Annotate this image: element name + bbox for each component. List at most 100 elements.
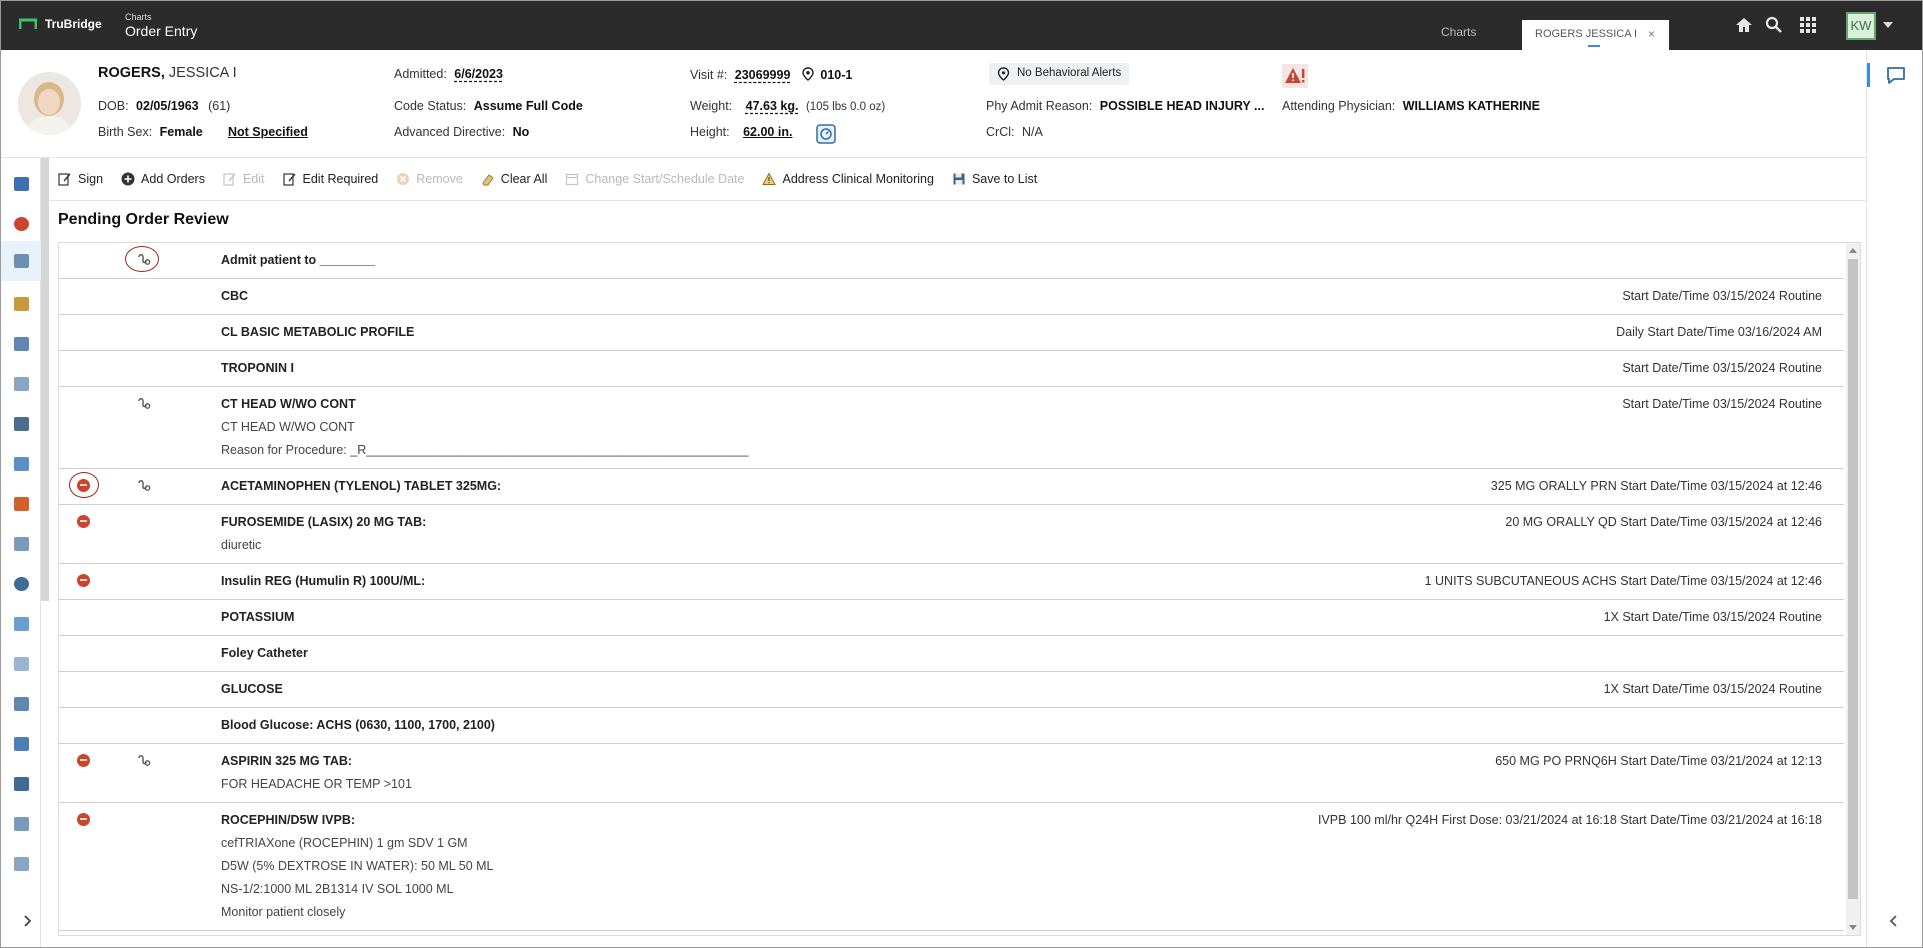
nav-item-consult[interactable] xyxy=(1,524,41,564)
user-menu-chevron-down-icon[interactable] xyxy=(1883,22,1893,28)
search-icon[interactable] xyxy=(1764,15,1784,35)
order-schedule: 1X Start Date/Time 03/15/2024 Routine xyxy=(1603,682,1822,696)
reports-icon xyxy=(14,857,29,871)
nav-item-transfer[interactable] xyxy=(1,684,41,724)
nav-item-globe[interactable] xyxy=(1,564,41,604)
left-nav-scrollbar[interactable] xyxy=(41,158,49,601)
scroll-down-arrow-icon[interactable] xyxy=(1849,925,1857,930)
breadcrumb-parent[interactable]: Charts xyxy=(125,12,197,23)
order-schedule: Daily Start Date/Time 03/16/2024 AM xyxy=(1616,325,1822,339)
code-status-value: Assume Full Code xyxy=(473,99,583,113)
order-row[interactable]: CT HEAD W/WO CONT CT HEAD W/WO CONT Reason… xyxy=(59,387,1844,469)
order-row[interactable]: TROPONIN I Start Date/Time 03/15/2024 Rou… xyxy=(59,351,1844,387)
section-title: Pending Order Review xyxy=(58,211,229,228)
stop-order-icon[interactable] xyxy=(77,515,90,528)
allergy-warning-icon[interactable] xyxy=(1282,64,1308,88)
tab-patient-label: ROGERS JESSICA I xyxy=(1535,28,1638,40)
admitted-label: Admitted: xyxy=(394,67,447,81)
birth-sex-label: Birth Sex: xyxy=(98,125,153,139)
behavioral-alerts-badge[interactable]: No Behavioral Alerts xyxy=(989,63,1130,85)
save-floppy-icon xyxy=(953,173,965,185)
nav-item-summary[interactable] xyxy=(1,164,41,204)
admitted-value[interactable]: 6/6/2023 xyxy=(454,67,503,81)
order-detail-line: cefTRIAXone (ROCEPHIN) 1 gm SDV 1 GM xyxy=(221,836,468,850)
nav-item-lab[interactable] xyxy=(1,644,41,684)
save-to-list-button[interactable]: Save to List xyxy=(952,172,1037,186)
order-row[interactable]: Foley Catheter xyxy=(59,636,1844,672)
nav-item-device[interactable] xyxy=(1,404,41,444)
order-row[interactable]: Insulin REG (Humulin R) 100U/ML: 1 UNITS … xyxy=(59,564,1844,600)
cosign-required-icon[interactable] xyxy=(137,753,151,767)
pending-orders-list: Admit patient to ________ CBC Start Date/T… xyxy=(58,242,1861,936)
user-avatar[interactable]: KW xyxy=(1846,12,1876,40)
orders-scrollbar[interactable] xyxy=(1846,243,1860,935)
change-start-schedule-date-button[interactable]: Change Start/Schedule Date xyxy=(565,172,744,186)
nav-item-medications[interactable] xyxy=(1,284,41,324)
chat-bubble-icon[interactable] xyxy=(1885,65,1907,85)
stop-order-icon[interactable] xyxy=(77,754,90,767)
gender-identity-value[interactable]: Not Specified xyxy=(228,125,308,139)
collapse-panel-chevron-left-icon[interactable] xyxy=(1888,914,1900,928)
patient-photo xyxy=(18,72,81,135)
nav-item-alerts[interactable] xyxy=(1,204,41,244)
order-row[interactable]: CBC Start Date/Time 03/15/2024 Routine xyxy=(59,279,1844,315)
order-row[interactable]: Blood Glucose: ACHS (0630, 1100, 1700, 2… xyxy=(59,708,1844,744)
edit-pencil-icon xyxy=(223,173,236,186)
order-row[interactable]: CL BASIC METABOLIC PROFILE Daily Start Da… xyxy=(59,315,1844,351)
remove-button[interactable]: Remove xyxy=(396,172,463,186)
remove-label: Remove xyxy=(416,172,463,186)
brand[interactable]: TruBridge xyxy=(19,17,102,31)
cosign-required-icon[interactable] xyxy=(137,396,151,410)
tab-patient[interactable]: ROGERS JESSICA I × xyxy=(1522,20,1669,50)
order-row[interactable]: GLUCOSE 1X Start Date/Time 03/15/2024 Rou… xyxy=(59,672,1844,708)
order-title: Admit patient to ________ xyxy=(221,253,376,267)
sign-button[interactable]: Sign xyxy=(58,172,103,186)
page-title: Order Entry xyxy=(125,23,198,39)
visit-value[interactable]: 23069999 xyxy=(735,68,791,82)
nav-item-notes[interactable] xyxy=(1,804,41,844)
weight-value[interactable]: 47.63 kg. xyxy=(746,99,799,113)
order-row[interactable]: Admit patient to ________ xyxy=(59,243,1844,279)
nav-item-tasks[interactable] xyxy=(1,764,41,804)
attending-physician-field: Attending Physician: WILLIAMS KATHERINE xyxy=(1282,99,1540,113)
order-row[interactable]: ASPIRIN 325 MG TAB: FOR HEADACHE OR TEMP … xyxy=(59,744,1844,803)
stop-order-icon[interactable] xyxy=(77,813,90,826)
nav-item-documents[interactable] xyxy=(1,364,41,404)
stop-order-icon[interactable] xyxy=(77,574,90,587)
order-row[interactable]: ROCEPHIN/D5W IVPB: cefTRIAXone (ROCEPHIN)… xyxy=(59,803,1844,931)
body-measurement-icon[interactable] xyxy=(816,124,836,144)
home-icon[interactable] xyxy=(1734,15,1754,35)
tab-active-indicator xyxy=(1588,45,1600,47)
edit-required-button[interactable]: Edit Required xyxy=(282,172,378,186)
transfer-icon xyxy=(14,697,29,711)
edit-button[interactable]: Edit xyxy=(223,172,265,186)
scrollbar-thumb[interactable] xyxy=(1848,259,1858,899)
cosign-required-icon[interactable] xyxy=(137,478,151,492)
order-row[interactable]: FUROSEMIDE (LASIX) 20 MG TAB: diuretic 20 … xyxy=(59,505,1844,564)
order-toolbar: Sign Add Orders Edit Edit Required Remov… xyxy=(58,164,1055,194)
order-row[interactable]: ACETAMINOPHEN (TYLENOL) TABLET 325MG: 325… xyxy=(59,469,1844,505)
order-schedule: Start Date/Time 03/15/2024 Routine xyxy=(1622,397,1822,411)
patient-header: ROGERS, JESSICA I DOB: 02/05/1963 (61) B… xyxy=(1,50,1866,158)
tab-close-icon[interactable]: × xyxy=(1648,27,1655,41)
crcl-label: CrCl: xyxy=(986,125,1015,139)
nav-item-orders[interactable] xyxy=(1,324,41,364)
apps-grid-icon[interactable] xyxy=(1798,15,1818,35)
address-clinical-monitoring-button[interactable]: Address Clinical Monitoring xyxy=(762,172,934,186)
nav-item-person[interactable] xyxy=(1,484,41,524)
nav-item-reports[interactable] xyxy=(1,844,41,884)
nav-item-order-entry[interactable] xyxy=(1,241,41,281)
remove-icon xyxy=(397,173,410,185)
expand-nav-chevron-right-icon[interactable] xyxy=(21,914,33,928)
clear-all-button[interactable]: Clear All xyxy=(481,172,547,186)
gender-identity-field[interactable]: Not Specified xyxy=(228,125,308,139)
scroll-up-arrow-icon[interactable] xyxy=(1849,248,1857,253)
nav-item-results[interactable] xyxy=(1,724,41,764)
height-value[interactable]: 62.00 in. xyxy=(743,125,792,139)
order-row[interactable]: POTASSIUM 1X Start Date/Time 03/15/2024 R… xyxy=(59,600,1844,636)
dob-value: 02/05/1963 xyxy=(136,99,199,113)
nav-item-records[interactable] xyxy=(1,444,41,484)
add-orders-button[interactable]: Add Orders xyxy=(121,172,205,186)
tab-charts[interactable]: Charts xyxy=(1441,25,1476,39)
nav-item-imaging[interactable] xyxy=(1,604,41,644)
